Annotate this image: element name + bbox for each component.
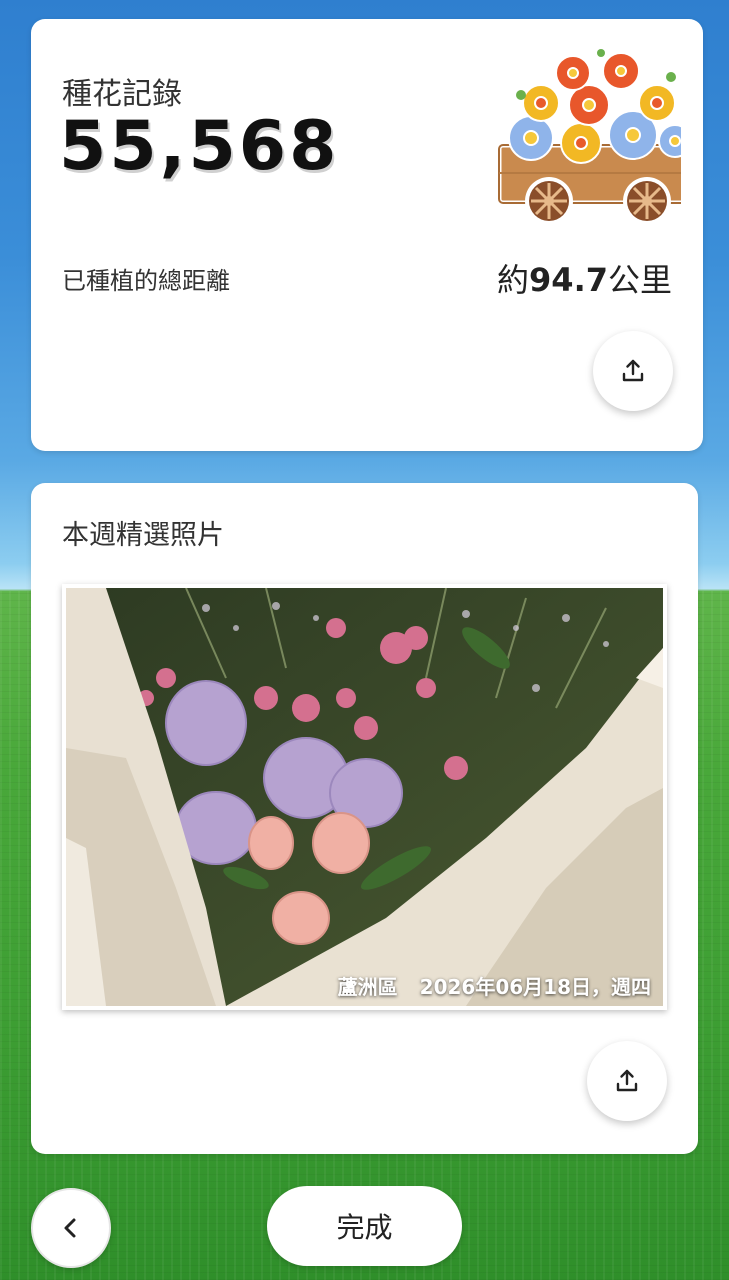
flower-count: 55,568 [59, 107, 340, 186]
distance-number: 94.7 [529, 261, 608, 299]
distance-prefix: 約 [497, 261, 530, 299]
weekly-photo-title: 本週精選照片 [62, 520, 224, 551]
weekly-photo[interactable]: 蘆洲區 2026年06月18日，週四 [62, 584, 667, 1010]
flower-record-card: 種花記錄 55,568 已種植的總距離 約94.7公里 [31, 19, 703, 451]
distance-unit: 公里 [607, 261, 672, 299]
chevron-left-icon [64, 1218, 76, 1238]
share-upload-icon [622, 359, 644, 382]
flower-cart-icon [496, 49, 681, 223]
total-distance-label: 已種植的總距離 [62, 267, 230, 295]
back-button[interactable] [31, 1188, 111, 1268]
share-photo-button[interactable] [587, 1041, 667, 1121]
photo-caption: 蘆洲區 2026年06月18日，週四 [338, 971, 651, 1000]
total-distance-value: 約94.7公里 [497, 255, 672, 301]
done-button[interactable]: 完成 [267, 1186, 462, 1266]
weekly-photo-card: 本週精選照片 蘆洲區 2026年06月18日，週四 [31, 483, 698, 1154]
share-record-button[interactable] [593, 331, 673, 411]
share-upload-icon [616, 1069, 638, 1092]
bouquet-photo [66, 588, 663, 1006]
photo-location: 蘆洲區 [337, 975, 398, 999]
photo-date: 2026年06月18日，週四 [419, 975, 651, 999]
